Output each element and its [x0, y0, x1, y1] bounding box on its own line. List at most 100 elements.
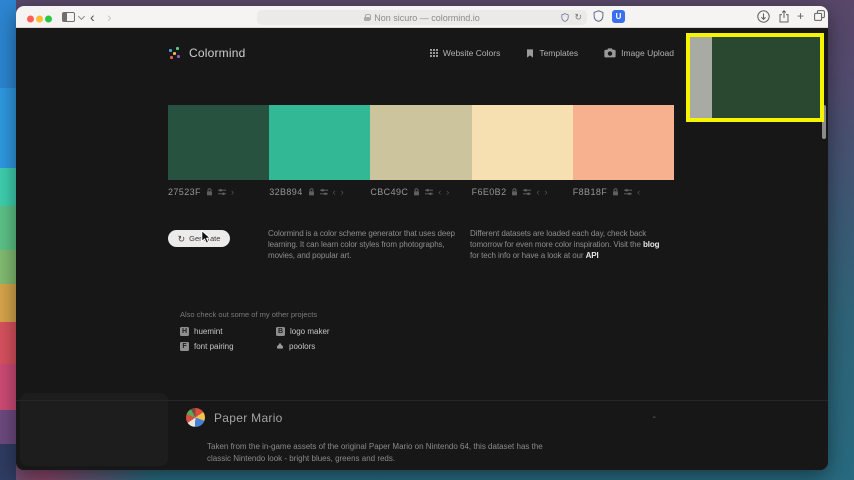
projects-heading: Also check out some of my other projects: [180, 310, 318, 319]
sliders-icon[interactable]: [425, 188, 433, 196]
about-paragraph-1: Colormind is a color scheme generator th…: [268, 229, 455, 261]
chevron-down-icon[interactable]: [77, 12, 86, 21]
url-text: Non sicuro — colormind.io: [374, 12, 480, 23]
project-label: poolors: [289, 342, 316, 351]
move-right-icon[interactable]: ›: [446, 188, 449, 197]
lock-icon[interactable]: [308, 188, 315, 196]
lock-icon[interactable]: [413, 188, 420, 196]
nav-label: Website Colors: [442, 48, 501, 58]
colormind-logo-icon: [168, 46, 181, 60]
color-swatch-4[interactable]: [471, 105, 573, 180]
move-right-icon[interactable]: ›: [544, 188, 547, 197]
site-header: Colormind Website Colors Templates Image…: [168, 45, 674, 61]
dataset-header[interactable]: Paper Mario -: [186, 408, 656, 427]
sliders-icon[interactable]: [218, 188, 226, 196]
nav-label: Image Upload: [621, 48, 674, 58]
api-link[interactable]: API: [586, 251, 599, 260]
move-left-icon[interactable]: ‹: [637, 188, 640, 197]
poolors-icon: [276, 343, 284, 350]
brand-name: Colormind: [189, 46, 246, 60]
grid-icon: [429, 49, 432, 51]
address-bar[interactable]: Non sicuro — colormind.io ↻: [257, 10, 587, 25]
hex-value: F8B18F: [572, 187, 608, 197]
project-label: font pairing: [194, 342, 234, 351]
highlight-overlay-green-region: [712, 37, 820, 118]
forward-button[interactable]: ›: [107, 7, 112, 27]
sliders-icon[interactable]: [523, 188, 531, 196]
color-swatch-2[interactable]: [269, 105, 371, 180]
paper-mario-avatar: [186, 408, 205, 427]
browser-titlebar: ‹ › Non sicuro — colormind.io ↻ U +: [16, 6, 828, 28]
sidebar-toggle-icon[interactable]: [62, 12, 75, 22]
font-pairing-icon: F: [180, 342, 189, 351]
reload-icon[interactable]: ↻: [574, 12, 582, 23]
project-font-pairing[interactable]: F font pairing: [180, 342, 276, 351]
lock-icon[interactable]: [511, 188, 518, 196]
mouse-cursor: [201, 230, 211, 244]
bookmark-icon: [526, 49, 534, 58]
hex-code-row: 27523F › 32B894 ‹ › CBC49C ‹ › F6E0B2 ‹ …: [168, 187, 688, 197]
nav-templates[interactable]: Templates: [526, 48, 578, 58]
site-nav: Website Colors Templates Image Upload: [429, 48, 674, 58]
minimize-button[interactable]: [36, 15, 43, 23]
color-palette: [168, 105, 675, 180]
lock-icon[interactable]: [206, 188, 213, 196]
sliders-icon[interactable]: [320, 188, 328, 196]
move-left-icon[interactable]: ‹: [333, 188, 336, 197]
about-paragraph-2: Different datasets are loaded each day, …: [470, 228, 670, 262]
desktop-wallpaper-stripes: [0, 0, 16, 480]
move-left-icon[interactable]: ‹: [438, 188, 441, 197]
other-projects-section: Also check out some of my other projects…: [180, 310, 330, 351]
refresh-icon: ↻: [177, 233, 186, 244]
hex-cell: CBC49C ‹ ›: [370, 187, 471, 197]
share-icon[interactable]: [779, 10, 789, 23]
dataset-title: Paper Mario: [214, 410, 283, 425]
huemint-icon: H: [180, 327, 189, 336]
hex-cell: 27523F ›: [168, 187, 269, 197]
color-swatch-5[interactable]: [572, 105, 675, 180]
nav-image-upload[interactable]: Image Upload: [604, 48, 674, 58]
hex-value: 27523F: [168, 187, 201, 197]
privacy-shield-icon[interactable]: [593, 10, 604, 22]
project-huemint[interactable]: H huemint: [180, 327, 276, 336]
color-swatch-3[interactable]: [370, 105, 472, 180]
tab-overview-icon[interactable]: [814, 10, 825, 21]
project-logo-maker[interactable]: B logo maker: [276, 327, 330, 336]
camera-icon: [604, 48, 616, 58]
color-swatch-1[interactable]: [168, 105, 270, 180]
back-button[interactable]: ‹: [90, 7, 95, 27]
move-right-icon[interactable]: ›: [231, 188, 234, 197]
hex-value: 32B894: [269, 187, 303, 197]
hex-value: F6E0B2: [471, 187, 507, 197]
section-divider: [16, 400, 828, 401]
move-left-icon[interactable]: ‹: [536, 188, 539, 197]
about-p2-text: for tech info or have a look at our: [470, 251, 586, 261]
highlight-overlay-gray-region: [690, 37, 712, 118]
dataset-drawer-card: [20, 393, 168, 466]
insecure-lock-icon: [364, 14, 372, 21]
about-p2-text: Different datasets are loaded each day, …: [470, 229, 647, 250]
sliders-icon[interactable]: [624, 188, 632, 196]
highlight-overlay: [686, 33, 824, 122]
nav-label: Templates: [539, 48, 579, 58]
collapse-dash-icon[interactable]: -: [653, 412, 656, 423]
lock-icon[interactable]: [612, 188, 619, 196]
move-right-icon[interactable]: ›: [341, 188, 344, 197]
generate-button[interactable]: ↻ Generate: [168, 230, 230, 247]
hex-cell: F8B18F ‹: [573, 187, 674, 197]
new-tab-icon[interactable]: +: [797, 9, 804, 23]
project-poolors[interactable]: poolors: [276, 342, 330, 351]
hex-cell: F6E0B2 ‹ ›: [472, 187, 573, 197]
downloads-icon[interactable]: [757, 10, 770, 23]
close-button[interactable]: [27, 15, 34, 23]
project-label: huemint: [194, 327, 223, 336]
fullscreen-button[interactable]: [45, 15, 52, 23]
brand[interactable]: Colormind: [168, 46, 246, 60]
dataset-description: Taken from the in-game assets of the ori…: [207, 442, 543, 463]
extension-badge[interactable]: U: [612, 10, 625, 23]
tracker-shield-icon: [561, 13, 569, 22]
hex-cell: 32B894 ‹ ›: [269, 187, 370, 197]
nav-website-colors[interactable]: Website Colors: [429, 48, 501, 58]
hex-value: CBC49C: [370, 187, 409, 197]
blog-link[interactable]: blog: [643, 240, 660, 249]
